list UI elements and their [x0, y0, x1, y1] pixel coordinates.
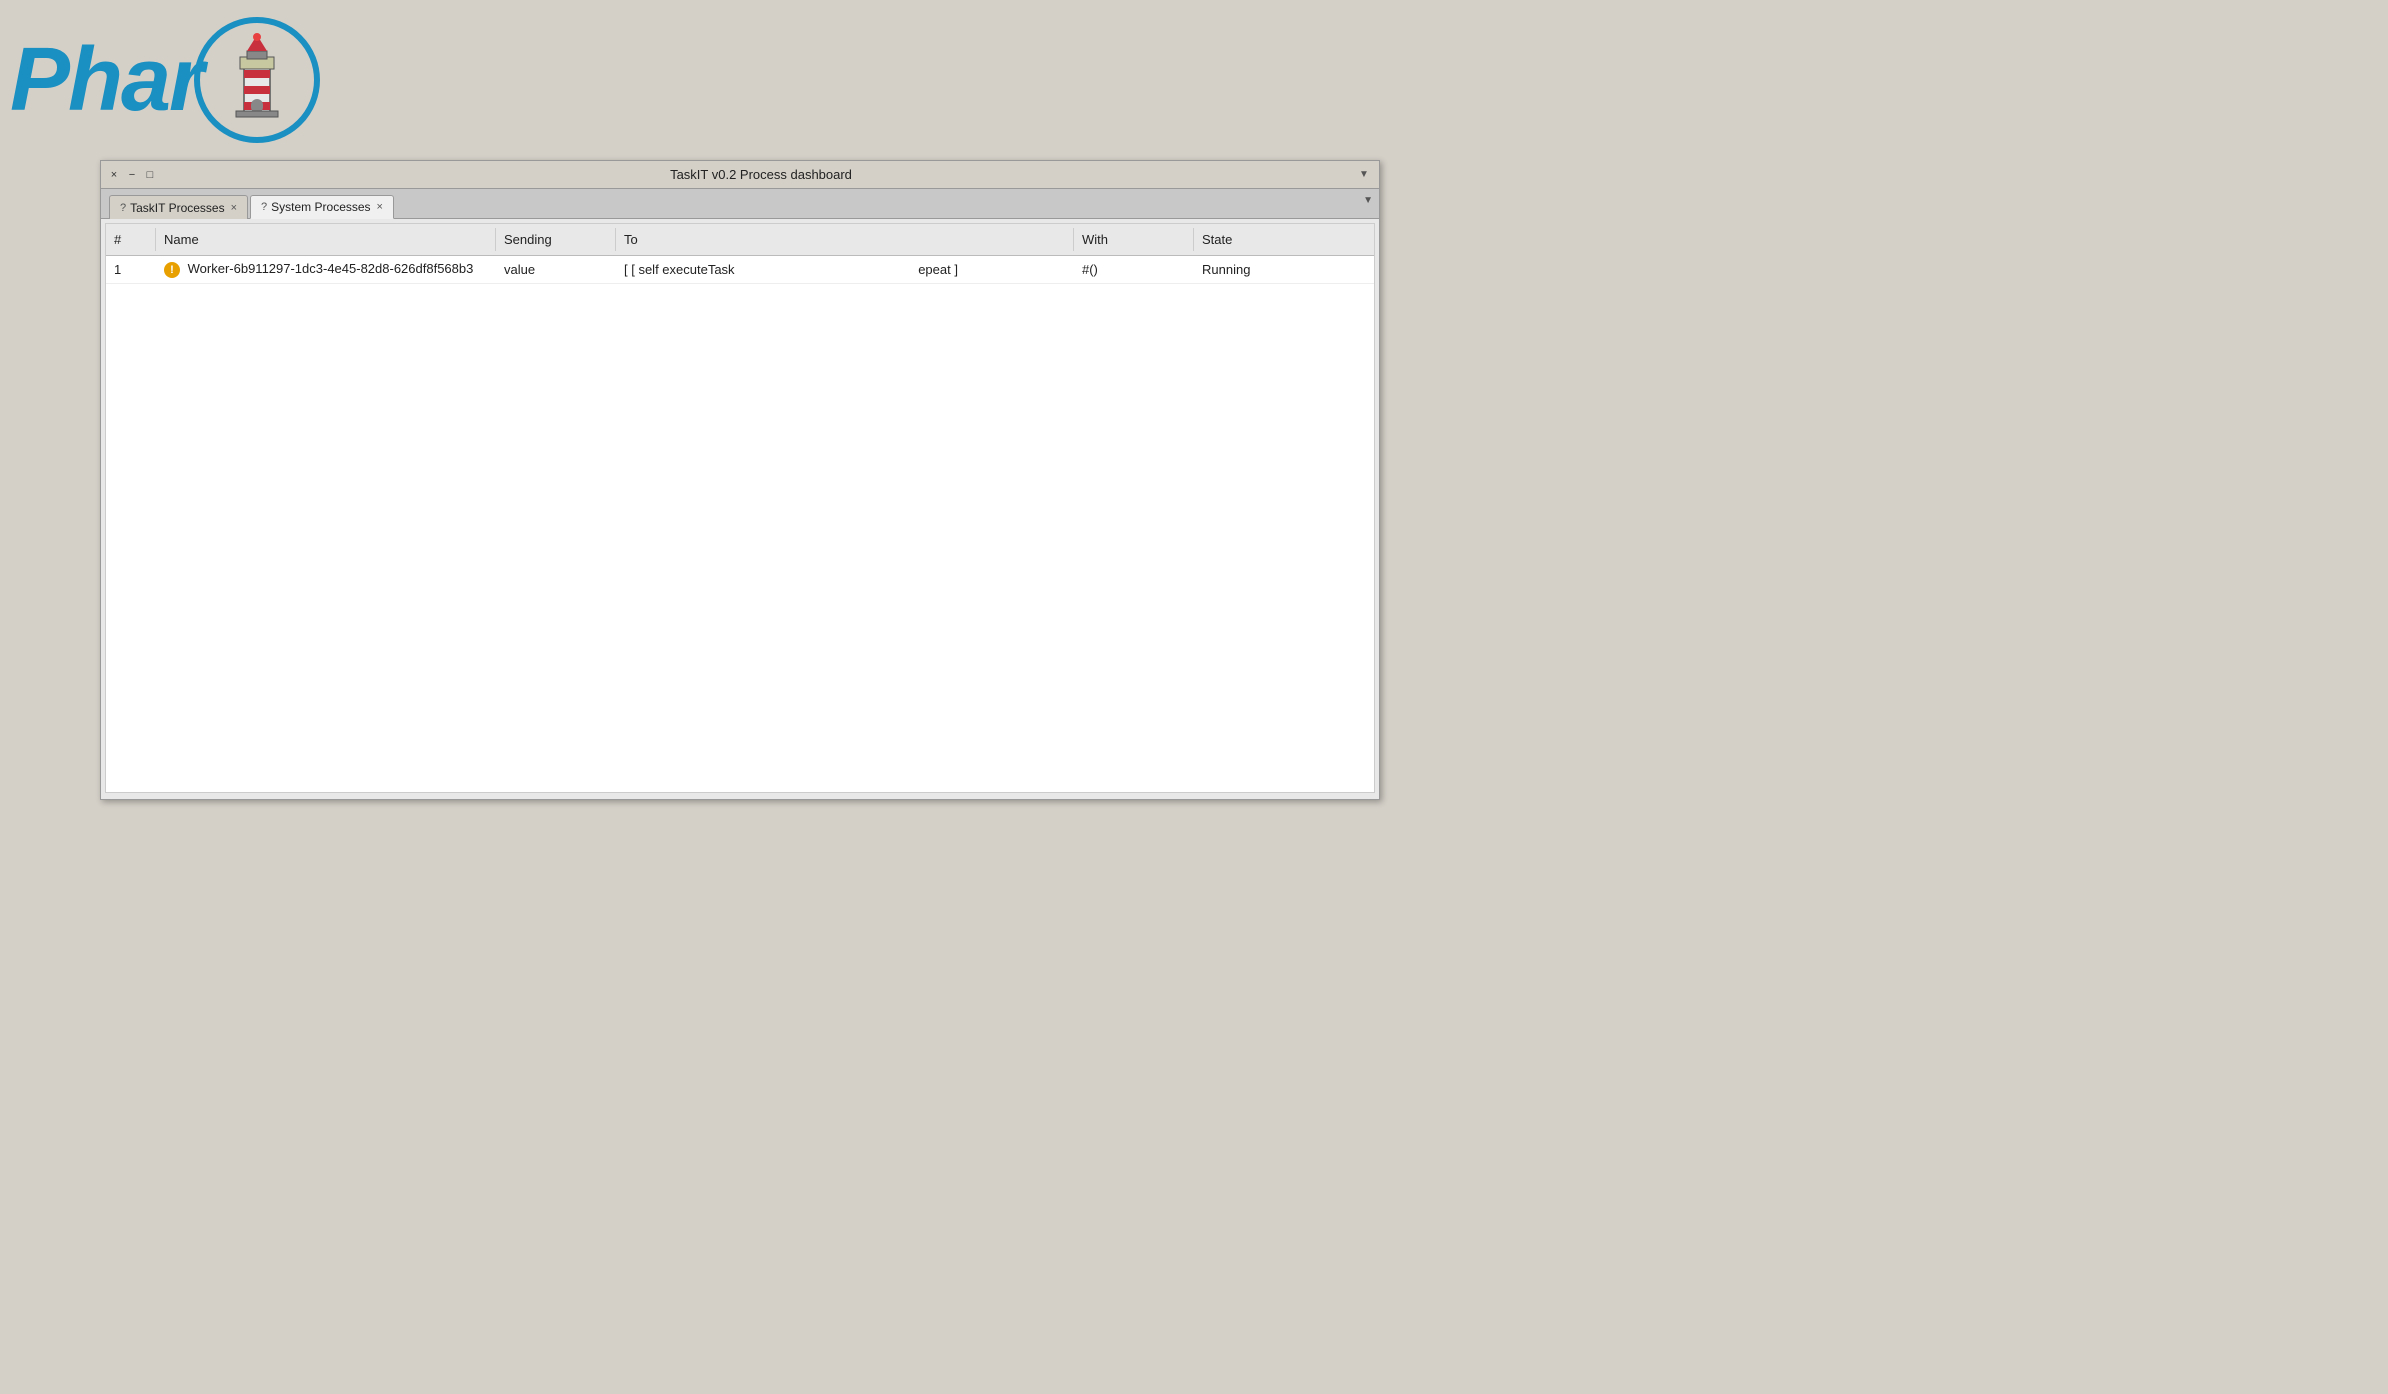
tab-system-label: System Processes	[271, 200, 370, 214]
cell-with: #()	[1074, 257, 1194, 282]
col-header-to: To	[616, 228, 1074, 251]
tab-taskit-label: TaskIT Processes	[130, 201, 224, 215]
tab-taskit-close[interactable]: ×	[231, 202, 237, 214]
tab-system-processes[interactable]: ? System Processes ×	[250, 195, 394, 219]
minimize-button[interactable]: −	[125, 168, 139, 182]
cell-name-text: Worker-6b911297-1dc3-4e45-82d8-626df8f56…	[188, 261, 474, 276]
cell-to-text: [ [ self executeTask	[624, 262, 735, 277]
col-header-name: Name	[156, 228, 496, 251]
cell-to-suffix: epeat ]	[918, 262, 958, 277]
table-body: 1 ! Worker-6b911297-1dc3-4e45-82d8-626df…	[106, 256, 1374, 793]
maximize-button[interactable]: □	[143, 168, 157, 182]
tab-taskit-processes[interactable]: ? TaskIT Processes ×	[109, 195, 248, 219]
cell-state: Running	[1194, 257, 1374, 282]
title-bar: × − □ TaskIT v0.2 Process dashboard ▼	[101, 161, 1379, 189]
tab-bar-dropdown-icon[interactable]: ▼	[1363, 195, 1373, 206]
process-table: # Name Sending To With State 1 ! Worker-…	[105, 223, 1375, 793]
table-row[interactable]: 1 ! Worker-6b911297-1dc3-4e45-82d8-626df…	[106, 256, 1374, 284]
table-header: # Name Sending To With State	[106, 224, 1374, 256]
window-controls: × − □	[107, 168, 157, 182]
pharo-logo: Phar	[10, 10, 430, 150]
cell-sending: value	[496, 257, 616, 282]
col-header-with: With	[1074, 228, 1194, 251]
warning-icon: !	[164, 262, 180, 278]
title-dropdown-icon[interactable]: ▼	[1355, 166, 1373, 184]
tab-question-icon: ?	[120, 202, 126, 214]
tab-system-question-icon: ?	[261, 201, 267, 213]
col-header-num: #	[106, 228, 156, 251]
cell-name: ! Worker-6b911297-1dc3-4e45-82d8-626df8f…	[156, 256, 496, 283]
main-window: × − □ TaskIT v0.2 Process dashboard ▼ ? …	[100, 160, 1380, 800]
col-header-sending: Sending	[496, 228, 616, 251]
pharo-text: Phar	[10, 35, 202, 125]
tab-system-close[interactable]: ×	[377, 201, 383, 213]
cell-num: 1	[106, 257, 156, 282]
col-header-state: State	[1194, 228, 1374, 251]
cell-to: [ [ self executeTask Inspect receiver ep…	[616, 257, 1074, 282]
tab-bar: ? TaskIT Processes × ? System Processes …	[101, 189, 1379, 219]
close-button[interactable]: ×	[107, 168, 121, 182]
lighthouse-icon	[192, 15, 322, 145]
window-title: TaskIT v0.2 Process dashboard	[167, 167, 1355, 182]
